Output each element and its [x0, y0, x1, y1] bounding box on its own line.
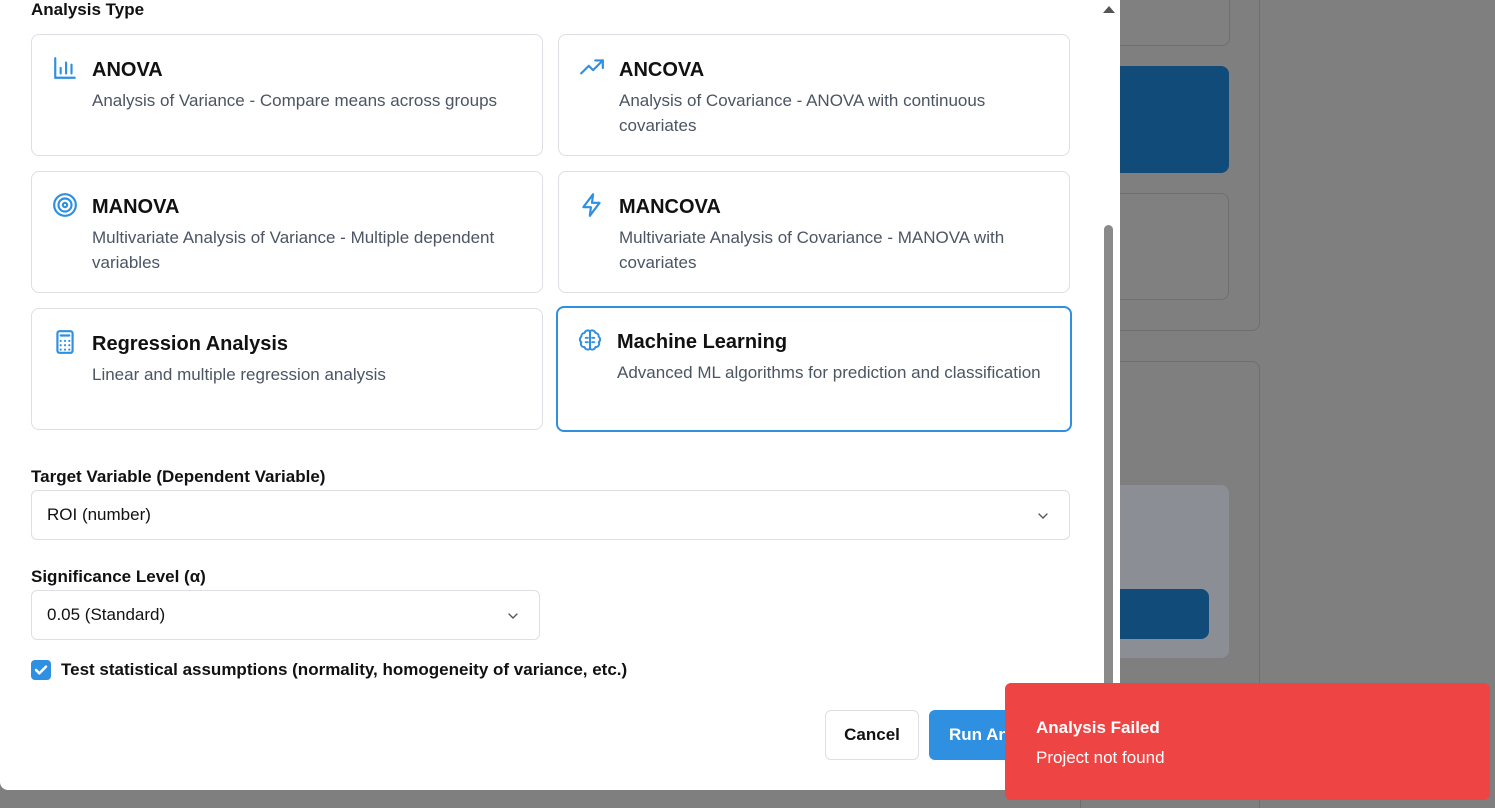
card-description: Multivariate Analysis of Variance - Mult… [92, 228, 495, 272]
card-description: Analysis of Variance - Compare means acr… [92, 91, 498, 110]
card-title: Machine Learning [617, 331, 788, 353]
assumptions-checkbox[interactable] [31, 660, 51, 680]
card-description: Linear and multiple regression analysis [92, 365, 386, 384]
assumptions-checkbox-label[interactable]: Test statistical assumptions (normality,… [61, 660, 627, 680]
chevron-down-icon [1035, 508, 1051, 524]
analysis-card-mancova[interactable]: MANCOVA Multivariate Analysis of Covaria… [558, 171, 1070, 293]
target-variable-value: ROI (number) [47, 505, 151, 524]
scrollbar-thumb[interactable] [1104, 225, 1113, 695]
target-variable-select[interactable]: ROI (number) [31, 490, 1070, 540]
analysis-type-label: Analysis Type [31, 0, 145, 19]
lightning-icon [579, 192, 605, 218]
significance-level-select[interactable]: 0.05 (Standard) [31, 590, 540, 640]
card-title: ANCOVA [619, 59, 705, 81]
analysis-card-ancova[interactable]: ANCOVA Analysis of Covariance - ANOVA wi… [558, 34, 1070, 156]
toast-message: Project not found [1036, 748, 1165, 767]
analysis-card-anova[interactable]: ANOVA Analysis of Variance - Compare mea… [31, 34, 543, 156]
target-variable-label: Target Variable (Dependent Variable) [31, 467, 326, 486]
card-description: Advanced ML algorithms for prediction an… [617, 363, 1041, 382]
calculator-icon [52, 329, 78, 355]
analysis-card-regression[interactable]: Regression Analysis Linear and multiple … [31, 308, 543, 430]
chevron-down-icon [505, 608, 521, 624]
cancel-button[interactable]: Cancel [825, 710, 919, 760]
card-description: Analysis of Covariance - ANOVA with cont… [619, 91, 986, 135]
target-icon [52, 192, 78, 218]
significance-level-label: Significance Level (α) [31, 567, 206, 586]
card-title: ANOVA [92, 59, 163, 81]
card-title: MANOVA [92, 196, 180, 218]
brain-icon [577, 327, 603, 353]
error-toast[interactable]: Analysis Failed Project not found [1005, 683, 1490, 800]
card-title: MANCOVA [619, 196, 721, 218]
analysis-card-manova[interactable]: MANOVA Multivariate Analysis of Variance… [31, 171, 543, 293]
card-title: Regression Analysis [92, 333, 289, 355]
toast-title: Analysis Failed [1036, 718, 1160, 737]
significance-level-value: 0.05 (Standard) [47, 605, 166, 624]
analysis-dialog: Analysis Type ANOVA Analysis of Variance… [0, 0, 1120, 790]
card-description: Multivariate Analysis of Covariance - MA… [619, 228, 1005, 272]
analysis-card-machine-learning[interactable]: Machine Learning Advanced ML algorithms … [556, 306, 1072, 432]
scroll-up-arrow-icon[interactable] [1103, 6, 1115, 13]
bar-chart-icon [52, 55, 78, 81]
trending-up-icon [579, 55, 605, 81]
